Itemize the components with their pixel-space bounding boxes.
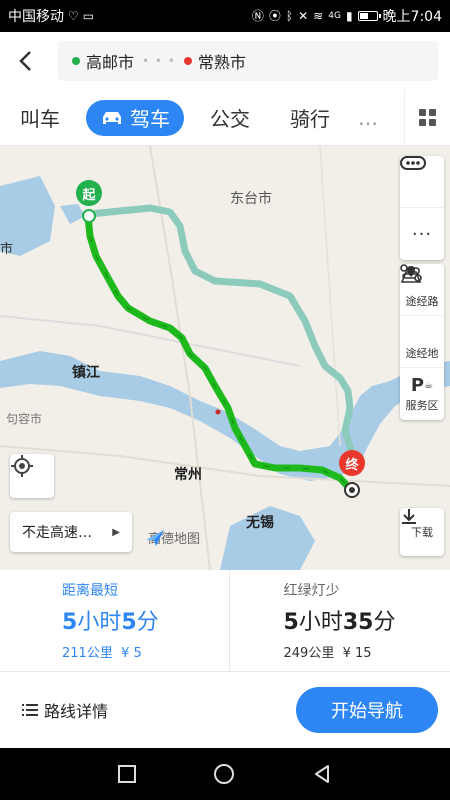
amap-logo-icon [146,530,164,546]
map-label-changzhou: 常州 [174,467,202,483]
tab-bus[interactable]: 公交 [190,100,270,136]
route-options: 距离最短 5小时5分 211公里 ¥ 5 红绿灯少 5小时35分 249公里 ¥… [0,570,450,672]
coffee-icon: ☕ [424,379,434,391]
route-option-time: 5小时5分 [62,610,159,635]
map-label-wuxi: 无锡 [246,515,274,531]
waypoint-road-label: 途经路 [405,294,439,308]
message-icon: ▭ [82,9,95,23]
tab-drive-label: 驾车 [130,107,170,131]
map-view[interactable]: 东台市 市 镇江 句容市 常州 无锡 起 终 ··· 途经路 途经地 P ☕ 服务… [0,146,450,570]
avoid-highway-button[interactable]: 不走高速… ▶ [10,512,132,552]
mute-icon: ✕ [298,9,309,23]
map-tools-top: ··· [400,156,444,260]
list-icon [22,704,38,716]
route-option-shortest[interactable]: 距离最短 5小时5分 211公里 ¥ 5 [0,570,229,671]
route-option-tag: 红绿灯少 [283,583,340,599]
transport-mode-tabs: 叫车 驾车 公交 骑行 … [0,89,450,146]
battery-icon [357,11,381,21]
more-dots-icon: ··· [411,223,433,245]
download-label: 下载 [411,526,433,539]
triangle-right-icon: ▶ [112,526,120,538]
congestion-marker [215,409,221,415]
traffic-icon [400,156,426,170]
waypoint-place-button[interactable]: 途经地 [400,266,444,368]
end-pin-label: 终 [339,450,365,476]
service-area-label: 服务区 [405,399,439,412]
start-pin-label: 起 [76,180,102,206]
system-navigation-bar [0,748,450,800]
amap-logo: 高德地图 [144,528,200,547]
tab-bike[interactable]: 骑行 [270,100,350,136]
waypoint-place-label: 途经地 [405,346,439,360]
yangtze-river [0,351,450,481]
tab-taxi[interactable]: 叫车 [0,100,80,136]
map-pin-icon [400,266,422,283]
signal-icon: ▮ [345,9,353,23]
home-icon[interactable] [213,763,235,785]
tab-more-label: … [358,105,378,130]
back-button[interactable] [0,32,50,90]
end-pin[interactable]: 终 [339,450,365,482]
route-option-time: 5小时35分 [283,610,396,635]
map-label-zhenjiang: 镇江 [72,365,100,381]
clock: 晚上7:04 [382,9,442,25]
bottom-bar: 路线详情 开始导航 [0,672,450,748]
traffic-toggle-button[interactable] [400,156,444,208]
route-option-tag: 距离最短 [62,583,118,599]
grid-icon [419,109,436,126]
back-nav-icon[interactable] [312,764,332,784]
crosshair-icon [11,455,33,477]
route-option-meta: 249公里 ¥ 15 [283,646,372,661]
recent-apps-icon[interactable] [118,765,137,783]
route-separator-icon: • • • [142,54,176,68]
service-area-button[interactable]: P ☕ 服务区 [400,368,444,420]
more-options-button[interactable]: ··· [400,208,444,260]
origin-label[interactable]: 高邮市 [86,49,134,73]
more-modes-button[interactable] [404,89,450,146]
status-bar: 中国移动 ♡ ▭ Ⓝ ⦿ ᛒ ✕ ≋ 4G ▮ 晚上7:04 [0,0,450,32]
location-icon: ⦿ [268,9,281,23]
origin-dot-icon [72,57,80,65]
car-icon [103,111,121,124]
start-navigation-button[interactable]: 开始导航 [296,687,438,733]
network-type: 4G [328,11,341,21]
chevron-left-icon [19,51,31,71]
offline-download-button[interactable]: 下载 [400,508,444,556]
tab-more-partial[interactable]: … [350,100,386,136]
route-details-button[interactable]: 路线详情 [22,698,108,722]
carrier-label: 中国移动 [8,9,64,25]
map-label-dongtai: 东台市 [230,191,272,207]
tab-taxi-label: 叫车 [20,107,60,131]
route-option-fewer-lights[interactable]: 红绿灯少 5小时35分 249公里 ¥ 15 [228,570,450,671]
route-header: 高邮市 • • • 常熟市 [0,32,450,90]
nfc-icon: Ⓝ [251,9,264,23]
start-pin[interactable]: 起 [76,180,102,212]
map-label-jurong: 句容市 [6,412,43,426]
download-icon [402,509,416,524]
bluetooth-icon: ᛒ [285,9,294,23]
destination-label[interactable]: 常熟市 [198,49,246,73]
tab-bus-label: 公交 [210,107,250,131]
map-label-city-left: 市 [0,242,14,257]
route-details-label: 路线详情 [44,702,109,721]
route-option-meta: 211公里 ¥ 5 [62,646,142,661]
destination-dot-icon [183,57,192,65]
wifi-icon: ≋ [313,9,324,23]
tab-bike-label: 骑行 [290,107,330,131]
map-canvas [0,146,450,570]
my-location-button[interactable] [10,454,54,498]
parking-icon: P [410,374,425,396]
route-input-box[interactable]: 高邮市 • • • 常熟市 [58,41,438,81]
avoid-highway-label: 不走高速… [22,525,92,541]
map-tools-route: 途经路 途经地 P ☕ 服务区 [400,264,444,420]
heart-rate-icon: ♡ [68,9,79,23]
tab-drive[interactable]: 驾车 [86,99,184,136]
battery-fill [359,13,369,19]
